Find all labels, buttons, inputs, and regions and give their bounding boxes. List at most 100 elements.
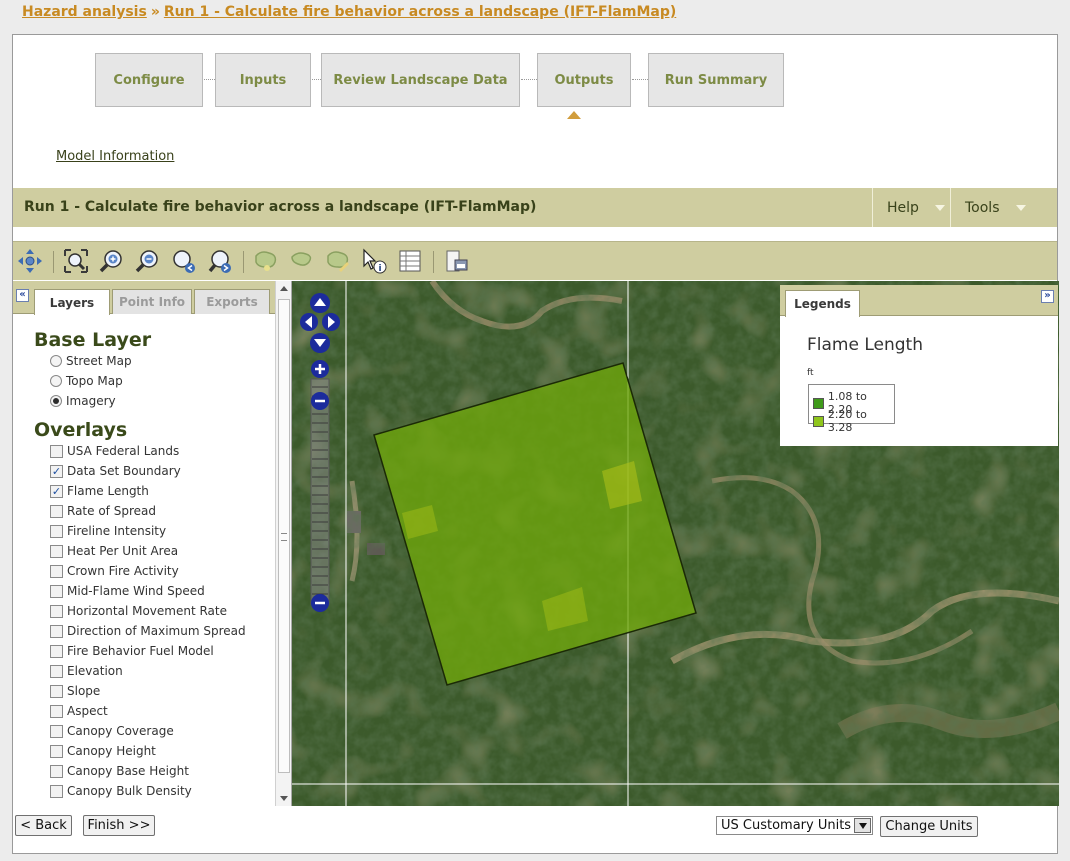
tab-point-info[interactable]: Point Info [112, 289, 192, 314]
overlay-checkbox[interactable] [50, 644, 63, 658]
overlay-option[interactable]: Canopy Bulk Density [50, 784, 192, 798]
print-map-icon[interactable] [443, 248, 469, 274]
attribute-table-icon[interactable] [397, 248, 423, 274]
zoom-next-icon[interactable] [207, 248, 233, 274]
base-layer-radio[interactable] [50, 355, 62, 367]
pan-up-icon [310, 293, 330, 313]
overlay-option[interactable]: Aspect [50, 704, 108, 718]
tab-legends[interactable]: Legends [785, 290, 860, 317]
overlay-option[interactable]: Direction of Maximum Spread [50, 624, 246, 638]
overlay-label: Rate of Spread [67, 504, 156, 518]
pan-zoom-control[interactable] [300, 291, 340, 621]
step-connector [204, 79, 215, 80]
toolbar-separator [243, 251, 244, 273]
overlay-option[interactable]: Mid-Flame Wind Speed [50, 584, 205, 598]
chevron-down-icon[interactable] [854, 818, 871, 833]
base-layer-radio[interactable] [50, 375, 62, 387]
scroll-up-icon[interactable] [280, 286, 288, 291]
svg-text:i: i [378, 264, 381, 274]
collapse-panel-button[interactable]: « [16, 289, 29, 302]
legend-panel: Legends » Flame Length ft 1.08 to 2.20 2… [780, 285, 1058, 446]
tab-layers[interactable]: Layers [34, 289, 110, 315]
overlay-option[interactable]: ✓ Data Set Boundary [50, 464, 181, 478]
model-information-link[interactable]: Model Information [56, 149, 174, 164]
overlay-checkbox[interactable] [50, 784, 63, 798]
overlay-checkbox[interactable] [50, 724, 63, 738]
overlay-option[interactable]: Canopy Height [50, 744, 156, 758]
base-layer-heading: Base Layer [34, 329, 152, 351]
overlay-option[interactable]: ✓ Flame Length [50, 484, 149, 498]
overlay-label: USA Federal Lands [67, 444, 180, 458]
change-units-button[interactable]: Change Units [880, 816, 978, 837]
overlay-checkbox[interactable] [50, 564, 63, 578]
overlay-option[interactable]: USA Federal Lands [50, 444, 179, 458]
legend-item: 2.20 to 3.28 [813, 408, 894, 434]
overlay-checkbox[interactable]: ✓ [50, 464, 63, 478]
zoom-out-icon[interactable] [135, 248, 161, 274]
pan-left-icon [300, 313, 318, 331]
overlay-checkbox[interactable] [50, 604, 63, 618]
overlay-checkbox[interactable] [50, 684, 63, 698]
overlay-checkbox[interactable] [50, 744, 63, 758]
base-layer-radio[interactable] [50, 395, 62, 407]
overlay-option[interactable]: Canopy Base Height [50, 764, 189, 778]
units-select[interactable]: US Customary Units [716, 816, 873, 835]
step-outputs[interactable]: Outputs [537, 53, 631, 107]
overlay-option[interactable]: Slope [50, 684, 100, 698]
overlay-checkbox[interactable] [50, 584, 63, 598]
help-menu-label: Help [887, 199, 919, 216]
back-button[interactable]: < Back [15, 815, 72, 836]
overlay-checkbox[interactable] [50, 524, 63, 538]
overlay-checkbox[interactable] [50, 764, 63, 778]
overlay-option[interactable]: Elevation [50, 664, 123, 678]
overlay-checkbox[interactable] [50, 664, 63, 678]
finish-button[interactable]: Finish >> [83, 815, 155, 836]
overlay-option[interactable]: Canopy Coverage [50, 724, 174, 738]
help-menu[interactable]: Help [872, 188, 950, 227]
zoom-extent-icon[interactable] [63, 248, 89, 274]
overlay-checkbox[interactable] [50, 704, 63, 718]
overlay-checkbox[interactable] [50, 504, 63, 518]
base-layer-option[interactable]: Topo Map [50, 374, 123, 388]
pan-down-icon [310, 333, 330, 353]
identify-icon[interactable]: i [361, 248, 387, 274]
overlay-label: Canopy Base Height [67, 764, 189, 778]
step-inputs[interactable]: Inputs [215, 53, 311, 107]
overlay-checkbox[interactable] [50, 444, 63, 458]
base-layer-label: Imagery [66, 394, 116, 408]
breadcrumb-hazard-analysis-link[interactable]: Hazard analysis [22, 4, 147, 20]
overlay-checkbox[interactable]: ✓ [50, 484, 63, 498]
step-configure[interactable]: Configure [95, 53, 203, 107]
select-polygon-icon[interactable] [253, 248, 279, 274]
overlay-option[interactable]: Fire Behavior Fuel Model [50, 644, 214, 658]
active-step-pointer [567, 111, 581, 119]
pan-right-icon [322, 313, 340, 331]
step-review-landscape-data[interactable]: Review Landscape Data [321, 53, 520, 107]
base-layer-option[interactable]: Imagery [50, 394, 116, 408]
overlay-label: Mid-Flame Wind Speed [67, 584, 205, 598]
step-run-summary[interactable]: Run Summary [648, 53, 784, 107]
overlay-option[interactable]: Rate of Spread [50, 504, 156, 518]
pan-icon[interactable] [17, 248, 43, 274]
breadcrumb-run-link[interactable]: Run 1 - Calculate fire behavior across a… [164, 4, 676, 20]
tab-exports[interactable]: Exports [194, 289, 270, 314]
overlay-label: Direction of Maximum Spread [67, 624, 246, 638]
zoom-previous-icon[interactable] [171, 248, 197, 274]
layers-panel-scrollbar[interactable] [275, 281, 291, 806]
overlay-option[interactable]: Horizontal Movement Rate [50, 604, 227, 618]
base-layer-option[interactable]: Street Map [50, 354, 132, 368]
select-freehand-icon[interactable] [289, 248, 315, 274]
overlay-option[interactable]: Fireline Intensity [50, 524, 166, 538]
scroll-down-icon[interactable] [280, 796, 288, 801]
tools-menu[interactable]: Tools [950, 188, 1057, 227]
run-title: Run 1 - Calculate fire behavior across a… [24, 199, 537, 215]
overlay-checkbox[interactable] [50, 544, 63, 558]
expand-legend-button[interactable]: » [1041, 290, 1054, 303]
overlay-checkbox[interactable] [50, 624, 63, 638]
zoom-in-icon[interactable] [99, 248, 125, 274]
edit-polygon-icon[interactable] [325, 248, 351, 274]
legend-tab-bar: Legends » [780, 285, 1058, 317]
overlays-heading: Overlays [34, 419, 128, 441]
overlay-option[interactable]: Crown Fire Activity [50, 564, 179, 578]
overlay-option[interactable]: Heat Per Unit Area [50, 544, 178, 558]
